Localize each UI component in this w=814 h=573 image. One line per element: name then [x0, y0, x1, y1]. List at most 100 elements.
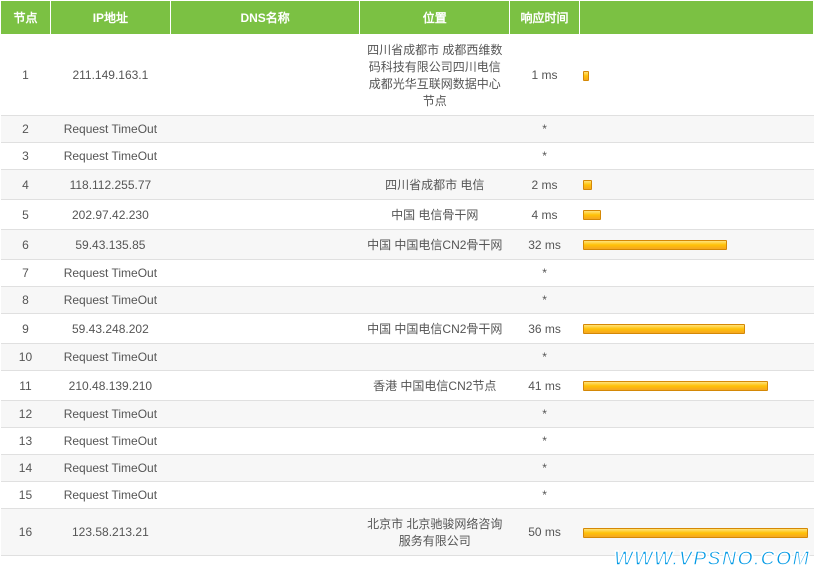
cell-bar	[579, 35, 813, 116]
cell-dns	[170, 401, 360, 428]
cell-node: 8	[1, 287, 51, 314]
cell-ip: 118.112.255.77	[50, 170, 170, 200]
cell-ip: Request TimeOut	[50, 401, 170, 428]
cell-node: 11	[1, 371, 51, 401]
cell-ip: Request TimeOut	[50, 455, 170, 482]
cell-dns	[170, 230, 360, 260]
header-node: 节点	[1, 1, 51, 35]
cell-dns	[170, 35, 360, 116]
header-bar	[579, 1, 813, 35]
cell-node: 2	[1, 116, 51, 143]
cell-location: 中国 中国电信CN2骨干网	[360, 230, 510, 260]
cell-dns	[170, 371, 360, 401]
cell-response: 2 ms	[510, 170, 580, 200]
cell-response: *	[510, 482, 580, 509]
cell-location	[360, 344, 510, 371]
table-row: 8Request TimeOut *	[1, 287, 814, 314]
cell-location	[360, 116, 510, 143]
table-row: 3Request TimeOut*	[1, 143, 814, 170]
cell-bar	[579, 371, 813, 401]
cell-response: *	[510, 260, 580, 287]
table-row: 5202.97.42.230中国 电信骨干网4 ms	[1, 200, 814, 230]
cell-bar	[579, 143, 813, 170]
cell-location	[360, 401, 510, 428]
cell-ip: 202.97.42.230	[50, 200, 170, 230]
cell-dns	[170, 344, 360, 371]
cell-bar	[579, 170, 813, 200]
table-header-row: 节点 IP地址 DNS名称 位置 响应时间	[1, 1, 814, 35]
cell-ip: Request TimeOut	[50, 287, 170, 314]
cell-ip: 59.43.248.202	[50, 314, 170, 344]
cell-bar	[579, 116, 813, 143]
cell-node: 14	[1, 455, 51, 482]
cell-dns	[170, 200, 360, 230]
cell-response: *	[510, 344, 580, 371]
cell-node: 9	[1, 314, 51, 344]
cell-location	[360, 287, 510, 314]
cell-location: 中国 中国电信CN2骨干网	[360, 314, 510, 344]
cell-node: 13	[1, 428, 51, 455]
cell-bar	[579, 455, 813, 482]
cell-ip: Request TimeOut	[50, 482, 170, 509]
cell-response: *	[510, 401, 580, 428]
cell-dns	[170, 482, 360, 509]
cell-location: 四川省成都市 电信	[360, 170, 510, 200]
table-row: 14Request TimeOut *	[1, 455, 814, 482]
table-row: 13Request TimeOut*	[1, 428, 814, 455]
cell-location	[360, 482, 510, 509]
cell-response: *	[510, 143, 580, 170]
cell-response: *	[510, 287, 580, 314]
table-row: 15Request TimeOut *	[1, 482, 814, 509]
table-row: 10Request TimeOut *	[1, 344, 814, 371]
cell-bar	[579, 287, 813, 314]
cell-ip: Request TimeOut	[50, 116, 170, 143]
cell-location: 香港 中国电信CN2节点	[360, 371, 510, 401]
header-location: 位置	[360, 1, 510, 35]
cell-node: 6	[1, 230, 51, 260]
cell-ip: Request TimeOut	[50, 344, 170, 371]
cell-response: 36 ms	[510, 314, 580, 344]
cell-ip: 211.149.163.1	[50, 35, 170, 116]
cell-dns	[170, 314, 360, 344]
cell-dns	[170, 287, 360, 314]
cell-dns	[170, 116, 360, 143]
cell-node: 10	[1, 344, 51, 371]
cell-dns	[170, 170, 360, 200]
cell-ip: 210.48.139.210	[50, 371, 170, 401]
table-row: 16123.58.213.21北京市 北京驰骏网络咨询服务有限公司50 ms	[1, 509, 814, 556]
cell-location: 中国 电信骨干网	[360, 200, 510, 230]
header-ip: IP地址	[50, 1, 170, 35]
cell-bar	[579, 482, 813, 509]
cell-dns	[170, 428, 360, 455]
cell-location	[360, 260, 510, 287]
table-row: 659.43.135.85中国 中国电信CN2骨干网32 ms	[1, 230, 814, 260]
cell-node: 15	[1, 482, 51, 509]
table-row: 12Request TimeOut*	[1, 401, 814, 428]
latency-bar	[583, 180, 592, 190]
cell-response: *	[510, 116, 580, 143]
table-row: 959.43.248.202 中国 中国电信CN2骨干网36 ms	[1, 314, 814, 344]
cell-location: 四川省成都市 成都西维数码科技有限公司四川电信成都光华互联网数据中心节点	[360, 35, 510, 116]
latency-bar	[583, 528, 808, 538]
cell-node: 5	[1, 200, 51, 230]
cell-location	[360, 455, 510, 482]
cell-node: 1	[1, 35, 51, 116]
traceroute-table: 节点 IP地址 DNS名称 位置 响应时间 1211.149.163.1 四川省成…	[0, 0, 814, 556]
cell-node: 7	[1, 260, 51, 287]
cell-node: 3	[1, 143, 51, 170]
cell-bar	[579, 509, 813, 556]
cell-ip: Request TimeOut	[50, 260, 170, 287]
cell-node: 4	[1, 170, 51, 200]
latency-bar	[583, 324, 745, 334]
cell-response: *	[510, 455, 580, 482]
latency-bar	[583, 71, 589, 81]
table-row: 11210.48.139.210香港 中国电信CN2节点41 ms	[1, 371, 814, 401]
cell-dns	[170, 455, 360, 482]
cell-bar	[579, 401, 813, 428]
table-row: 7Request TimeOut *	[1, 260, 814, 287]
table-row: 4118.112.255.77 四川省成都市 电信2 ms	[1, 170, 814, 200]
cell-ip: 59.43.135.85	[50, 230, 170, 260]
cell-bar	[579, 314, 813, 344]
cell-ip: Request TimeOut	[50, 428, 170, 455]
latency-bar	[583, 381, 768, 391]
